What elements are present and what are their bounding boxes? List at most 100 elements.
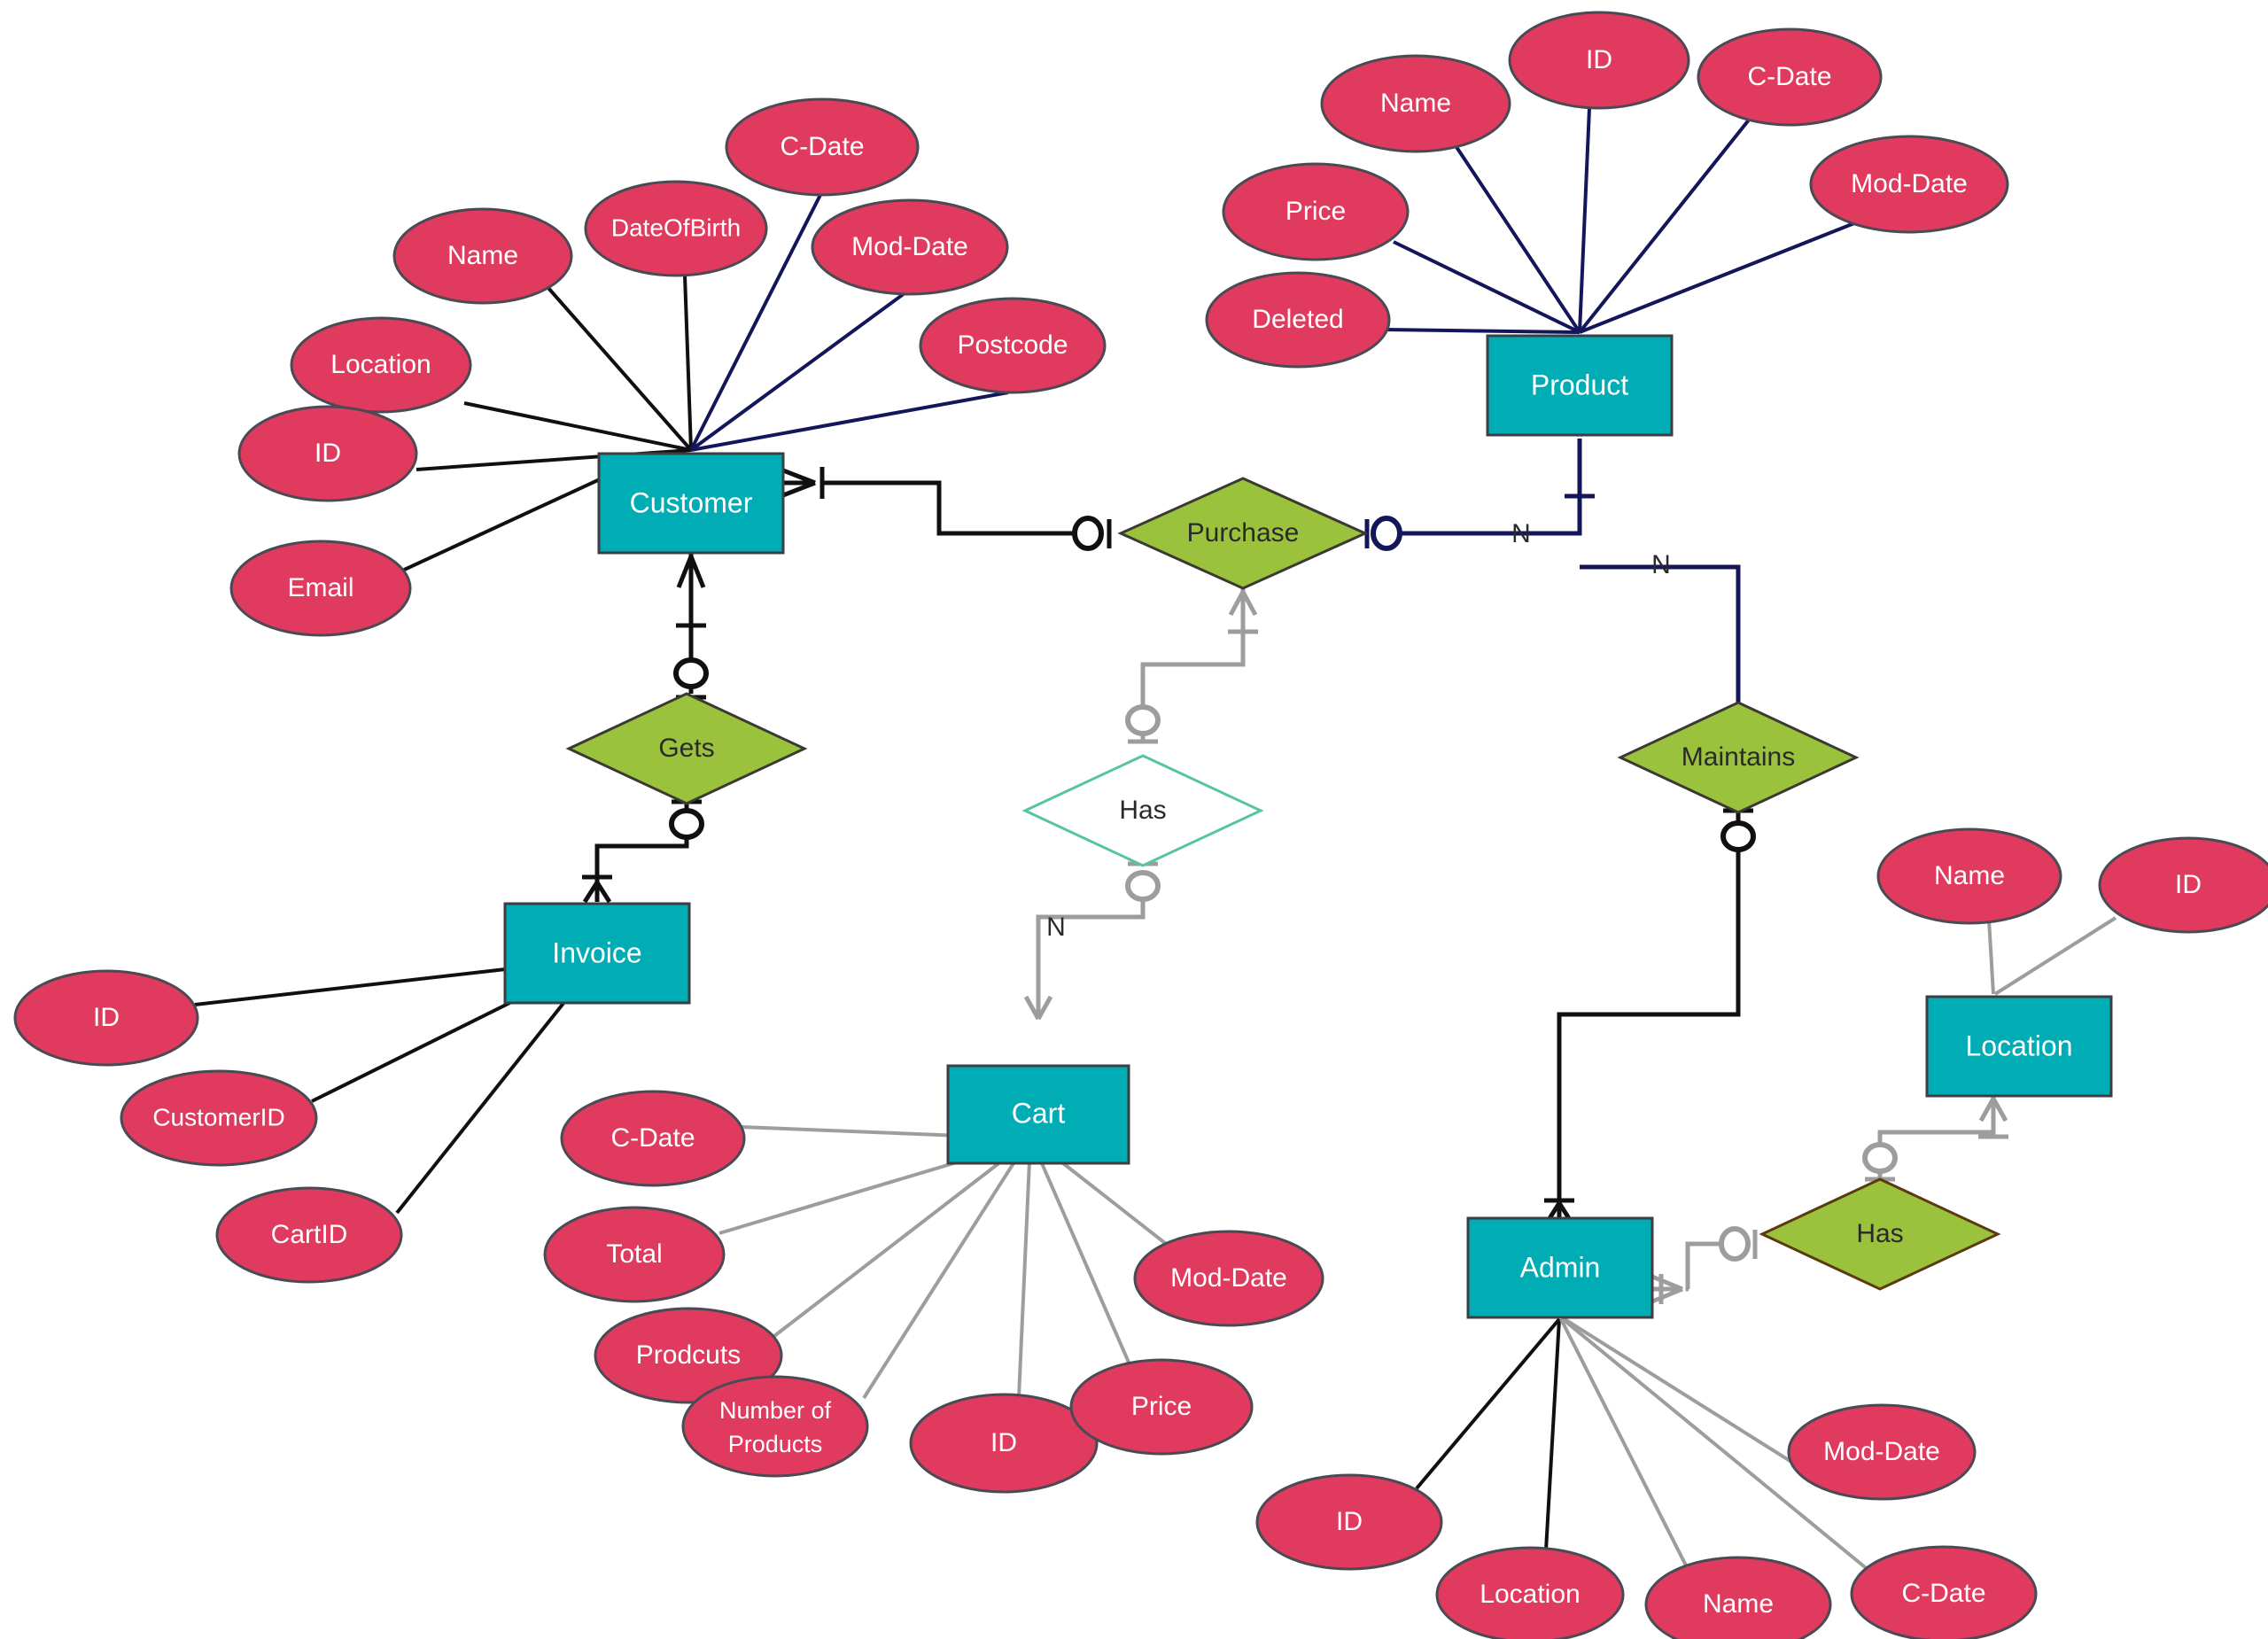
entity-rect[interactable] xyxy=(1486,334,1674,437)
attribute-node[interactable]: ID xyxy=(2098,836,2268,934)
connector-customer-purchase xyxy=(822,480,1101,536)
attribute-node[interactable]: C-Date xyxy=(1850,1545,2038,1639)
ring-hasadmin-top xyxy=(1862,1142,1898,1174)
relationship-diamond[interactable] xyxy=(1117,477,1369,590)
attribute-node[interactable]: Postcode xyxy=(919,297,1107,394)
crowsfoot-customer-gets xyxy=(676,555,706,588)
attribute-node[interactable]: Name xyxy=(1320,54,1511,153)
relationship-has-admin[interactable]: Has xyxy=(1759,1177,2001,1291)
relationship-diamond[interactable] xyxy=(1617,701,1860,814)
attribute-ellipse[interactable] xyxy=(120,1069,318,1167)
attribute-ellipse[interactable] xyxy=(1435,1546,1625,1639)
attribute-ellipse[interactable] xyxy=(811,198,1009,296)
attribute-node[interactable]: ID xyxy=(1508,11,1690,110)
attribute-node[interactable]: Mod-Date xyxy=(1787,1403,1977,1501)
relationship-diamond[interactable] xyxy=(1021,754,1264,867)
attribute-node[interactable]: ID xyxy=(1255,1473,1443,1571)
relationship-has-cart[interactable]: Has xyxy=(1021,754,1264,867)
attribute-ellipse[interactable] xyxy=(725,97,920,197)
entity-invoice[interactable]: Invoice xyxy=(503,902,691,1005)
attribute-node[interactable]: Total xyxy=(543,1206,726,1303)
entity-rect[interactable] xyxy=(503,902,691,1005)
attribute-node[interactable]: Name xyxy=(392,207,573,305)
attribute-ellipse[interactable] xyxy=(1809,135,2009,234)
attribute-ellipse[interactable] xyxy=(1508,11,1690,110)
attribute-ellipse[interactable] xyxy=(1787,1403,1977,1501)
attribute-node[interactable]: Mod-Date xyxy=(811,198,1009,296)
link-location-name xyxy=(1987,919,1995,995)
crowsfoot-invoice-gets xyxy=(582,881,612,904)
attribute-ellipse[interactable] xyxy=(909,1393,1099,1494)
entity-cart[interactable]: Cart xyxy=(946,1064,1130,1165)
attribute-node[interactable]: C-Date xyxy=(560,1090,746,1187)
attribute-node[interactable]: ID xyxy=(909,1393,1099,1494)
ring-hascart-bottom xyxy=(1125,870,1161,902)
crowsfoot-purchase-hascart xyxy=(1228,590,1258,617)
entity-product[interactable]: Product xyxy=(1486,334,1674,437)
attribute-ellipse[interactable] xyxy=(681,1375,869,1478)
entity-location[interactable]: Location xyxy=(1925,995,2113,1098)
attribute-ellipse[interactable] xyxy=(1320,54,1511,153)
attribute-ellipse[interactable] xyxy=(1222,162,1410,261)
connector-product-maintains xyxy=(1580,564,1741,703)
relationship-diamond[interactable] xyxy=(565,692,808,805)
attribute-node[interactable]: Number of Products xyxy=(681,1375,869,1478)
crowsfoot-admin-hasadmin xyxy=(1651,1274,1683,1304)
attribute-node[interactable]: Location xyxy=(290,316,472,414)
attribute-node[interactable]: Mod-Date xyxy=(1133,1230,1324,1327)
ring-purchase-left xyxy=(1072,516,1104,551)
attribute-ellipse[interactable] xyxy=(1850,1545,2038,1639)
attribute-ellipse[interactable] xyxy=(392,207,573,305)
attribute-node[interactable]: ID xyxy=(13,969,199,1067)
attribute-node[interactable]: C-Date xyxy=(725,97,920,197)
attribute-node[interactable]: Name xyxy=(1876,827,2062,925)
attribute-ellipse[interactable] xyxy=(1069,1358,1254,1456)
attribute-node[interactable]: Price xyxy=(1222,162,1410,261)
relationship-purchase[interactable]: Purchase xyxy=(1117,477,1369,590)
attribute-node[interactable]: C-Date xyxy=(1697,27,1883,127)
link-cart-id xyxy=(1017,1140,1032,1398)
attribute-ellipse[interactable] xyxy=(1255,1473,1443,1571)
attribute-node[interactable]: CartID xyxy=(215,1186,403,1284)
attribute-ellipse[interactable] xyxy=(13,969,199,1067)
link-product-name xyxy=(1455,145,1581,334)
attribute-node[interactable]: CustomerID xyxy=(120,1069,318,1167)
attribute-ellipse[interactable] xyxy=(1644,1556,1832,1639)
attribute-ellipse[interactable] xyxy=(215,1186,403,1284)
relationship-gets[interactable]: Gets xyxy=(565,692,808,805)
attribute-ellipse[interactable] xyxy=(229,540,412,637)
attribute-ellipse[interactable] xyxy=(919,297,1107,394)
link-cart-numberofproducts xyxy=(862,1139,1029,1400)
ring-gets-bottom xyxy=(669,808,704,840)
entity-rect[interactable] xyxy=(1925,995,2113,1098)
attribute-ellipse[interactable] xyxy=(584,180,768,277)
attribute-node[interactable]: Mod-Date xyxy=(1809,135,2009,234)
link-product-deleted xyxy=(1384,328,1581,334)
entity-rect[interactable] xyxy=(1466,1216,1654,1319)
attribute-ellipse[interactable] xyxy=(1205,271,1391,369)
attribute-node[interactable]: Deleted xyxy=(1205,271,1391,369)
attribute-ellipse[interactable] xyxy=(543,1206,726,1303)
attribute-node[interactable]: Location xyxy=(1435,1546,1625,1639)
attribute-node[interactable]: ID xyxy=(237,405,418,502)
entity-admin[interactable]: Admin xyxy=(1466,1216,1654,1319)
attribute-ellipse[interactable] xyxy=(2098,836,2268,934)
link-customer-moddate xyxy=(689,291,906,452)
attribute-ellipse[interactable] xyxy=(1133,1230,1324,1327)
entity-rect[interactable] xyxy=(946,1064,1130,1165)
relationship-diamond[interactable] xyxy=(1759,1177,2001,1291)
link-product-id xyxy=(1578,107,1591,333)
entity-rect[interactable] xyxy=(597,452,785,555)
link-admin-id xyxy=(1415,1317,1561,1490)
attribute-node[interactable]: Name xyxy=(1644,1556,1832,1639)
attribute-ellipse[interactable] xyxy=(290,316,472,414)
attribute-node[interactable]: Price xyxy=(1069,1358,1254,1456)
attribute-node[interactable]: DateOfBirth xyxy=(584,180,768,277)
attribute-node[interactable]: Email xyxy=(229,540,412,637)
attribute-ellipse[interactable] xyxy=(1876,827,2062,925)
entity-customer[interactable]: Customer xyxy=(597,452,785,555)
relationship-maintains[interactable]: Maintains xyxy=(1617,701,1860,814)
attribute-ellipse[interactable] xyxy=(1697,27,1883,127)
attribute-ellipse[interactable] xyxy=(560,1090,746,1187)
attribute-ellipse[interactable] xyxy=(237,405,418,502)
